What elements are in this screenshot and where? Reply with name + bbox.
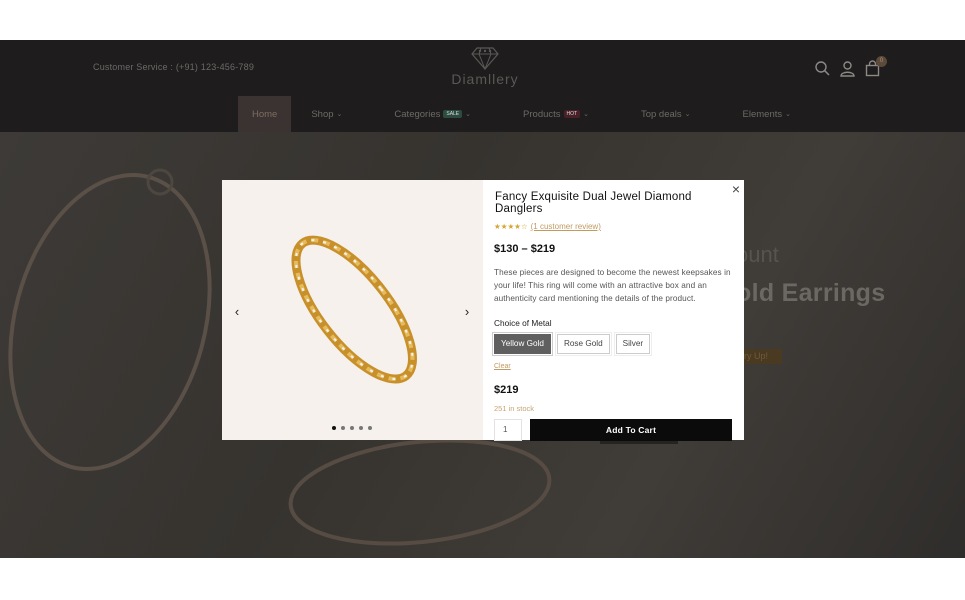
metal-option-rose-gold[interactable]: Rose Gold xyxy=(554,331,612,356)
bag-icon[interactable]: 0 xyxy=(864,56,887,77)
main-nav: Home Shop ⌄ Categories SALE ⌄ Products HOT ⌄ … xyxy=(238,96,827,132)
nav-label: Products xyxy=(523,108,561,120)
chevron-down-icon: ⌄ xyxy=(785,111,791,118)
previous-image-button[interactable]: ‹ xyxy=(230,304,244,319)
site-logo[interactable]: Diamllery xyxy=(446,46,524,87)
nav-label: Top deals xyxy=(640,108,682,120)
product-rating: ★★★★☆ (1 customer review) xyxy=(494,222,733,231)
selected-price: $219 xyxy=(494,383,519,396)
product-title: Fancy Exquisite Dual Jewel Diamond Dangl… xyxy=(495,191,692,215)
nav-products[interactable]: Products HOT ⌄ xyxy=(507,96,605,132)
nav-label: Categories xyxy=(394,108,441,120)
next-image-button[interactable]: › xyxy=(460,304,474,319)
hot-badge: HOT xyxy=(563,110,581,118)
search-icon[interactable] xyxy=(814,60,831,77)
diamond-logo-icon xyxy=(471,47,499,70)
chevron-down-icon: ⌄ xyxy=(336,111,343,118)
close-icon[interactable]: × xyxy=(732,181,740,197)
nav-label: Shop xyxy=(311,108,334,120)
chevron-down-icon: ⌄ xyxy=(583,111,589,118)
star-rating-icon: ★★★★☆ xyxy=(494,222,528,231)
gallery-dots xyxy=(332,426,372,430)
add-to-cart-button[interactable]: Add To Cart xyxy=(530,418,732,441)
clear-selection-link[interactable]: Clear xyxy=(494,363,733,370)
gallery-dot[interactable] xyxy=(359,426,363,430)
stock-status: 251 in stock xyxy=(494,403,535,413)
nav-categories[interactable]: Categories SALE ⌄ xyxy=(378,96,487,132)
product-description: These pieces are designed to become the … xyxy=(494,268,731,304)
header-icons: 0 xyxy=(814,56,887,77)
cart-count-badge: 0 xyxy=(876,56,887,67)
gallery-dot[interactable] xyxy=(332,426,336,430)
product-info: × Fancy Exquisite Dual Jewel Diamond Dan… xyxy=(483,180,744,441)
gallery-dot[interactable] xyxy=(350,426,354,430)
review-link[interactable]: (1 customer review) xyxy=(531,222,601,231)
user-icon[interactable] xyxy=(839,60,856,77)
gallery-dot[interactable] xyxy=(368,426,372,430)
nav-elements[interactable]: Elements ⌄ xyxy=(727,96,807,132)
gallery-dot[interactable] xyxy=(341,426,345,430)
site-header: Customer Service : (+91) 123-456-789 Dia… xyxy=(0,40,965,132)
chevron-down-icon: ⌄ xyxy=(684,111,691,118)
nav-top-deals[interactable]: Top deals ⌄ xyxy=(625,96,707,132)
nav-label: Home xyxy=(252,108,278,120)
metal-option-yellow-gold[interactable]: Yellow Gold xyxy=(492,331,553,356)
nav-home[interactable]: Home xyxy=(238,96,292,132)
metal-option-silver[interactable]: Silver xyxy=(613,331,653,356)
sale-badge: SALE xyxy=(443,110,463,118)
chevron-down-icon: ⌄ xyxy=(465,111,472,118)
metal-choice-label: Choice of Metal xyxy=(494,317,552,328)
nav-shop[interactable]: Shop ⌄ xyxy=(295,96,358,132)
customer-service-text: Customer Service : (+91) 123-456-789 xyxy=(93,62,255,72)
price-range: $130 – $219 xyxy=(494,243,556,255)
quantity-input[interactable] xyxy=(494,418,522,441)
metal-options: Yellow Gold Rose Gold Silver xyxy=(492,331,733,356)
nav-label: Elements xyxy=(742,108,783,120)
logo-text: Diamllery xyxy=(451,71,519,87)
hero-title: old Earrings xyxy=(736,279,886,307)
page: Customer Service : (+91) 123-456-789 Dia… xyxy=(0,0,965,600)
product-gallery: ‹ › xyxy=(222,180,483,440)
quick-view-modal: ‹ › × Fancy Exquisite Dual Jewel Diamond… xyxy=(222,180,744,441)
add-to-cart-row: Add To Cart xyxy=(494,418,733,441)
bangle-product-image xyxy=(291,235,417,384)
